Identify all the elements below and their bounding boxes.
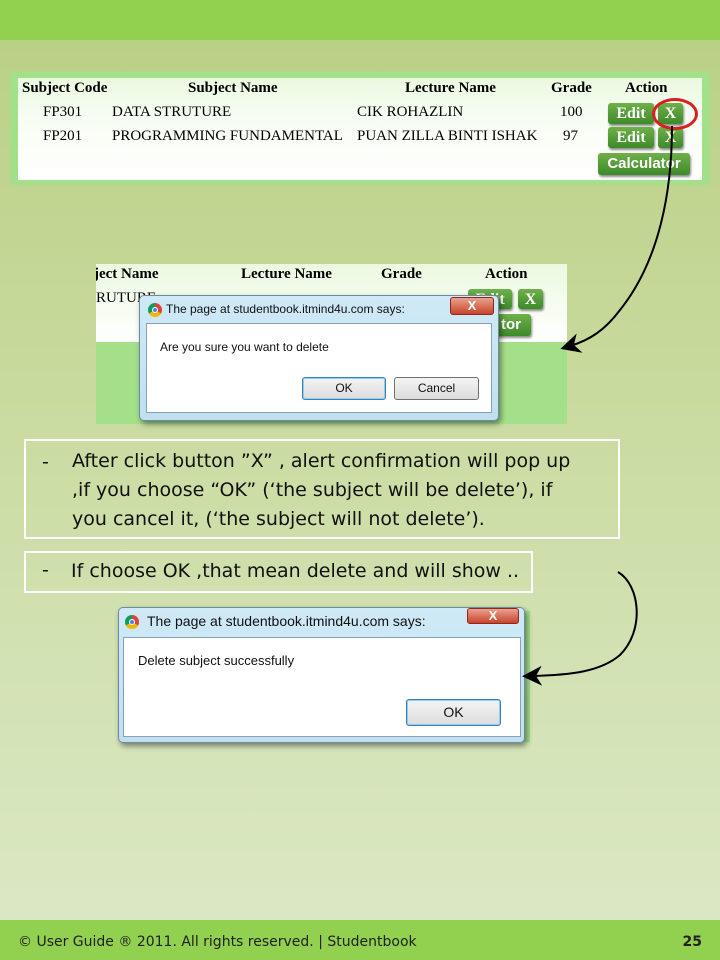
footer-copyright: © User Guide ® 2011. All rights reserved… bbox=[18, 934, 417, 950]
page-number: 25 bbox=[682, 934, 702, 950]
arrow-to-success bbox=[522, 571, 638, 686]
footer-bar: © User Guide ® 2011. All rights reserved… bbox=[0, 920, 720, 960]
arrow-to-confirm bbox=[560, 125, 673, 353]
arrow-overlay bbox=[522, 125, 673, 686]
